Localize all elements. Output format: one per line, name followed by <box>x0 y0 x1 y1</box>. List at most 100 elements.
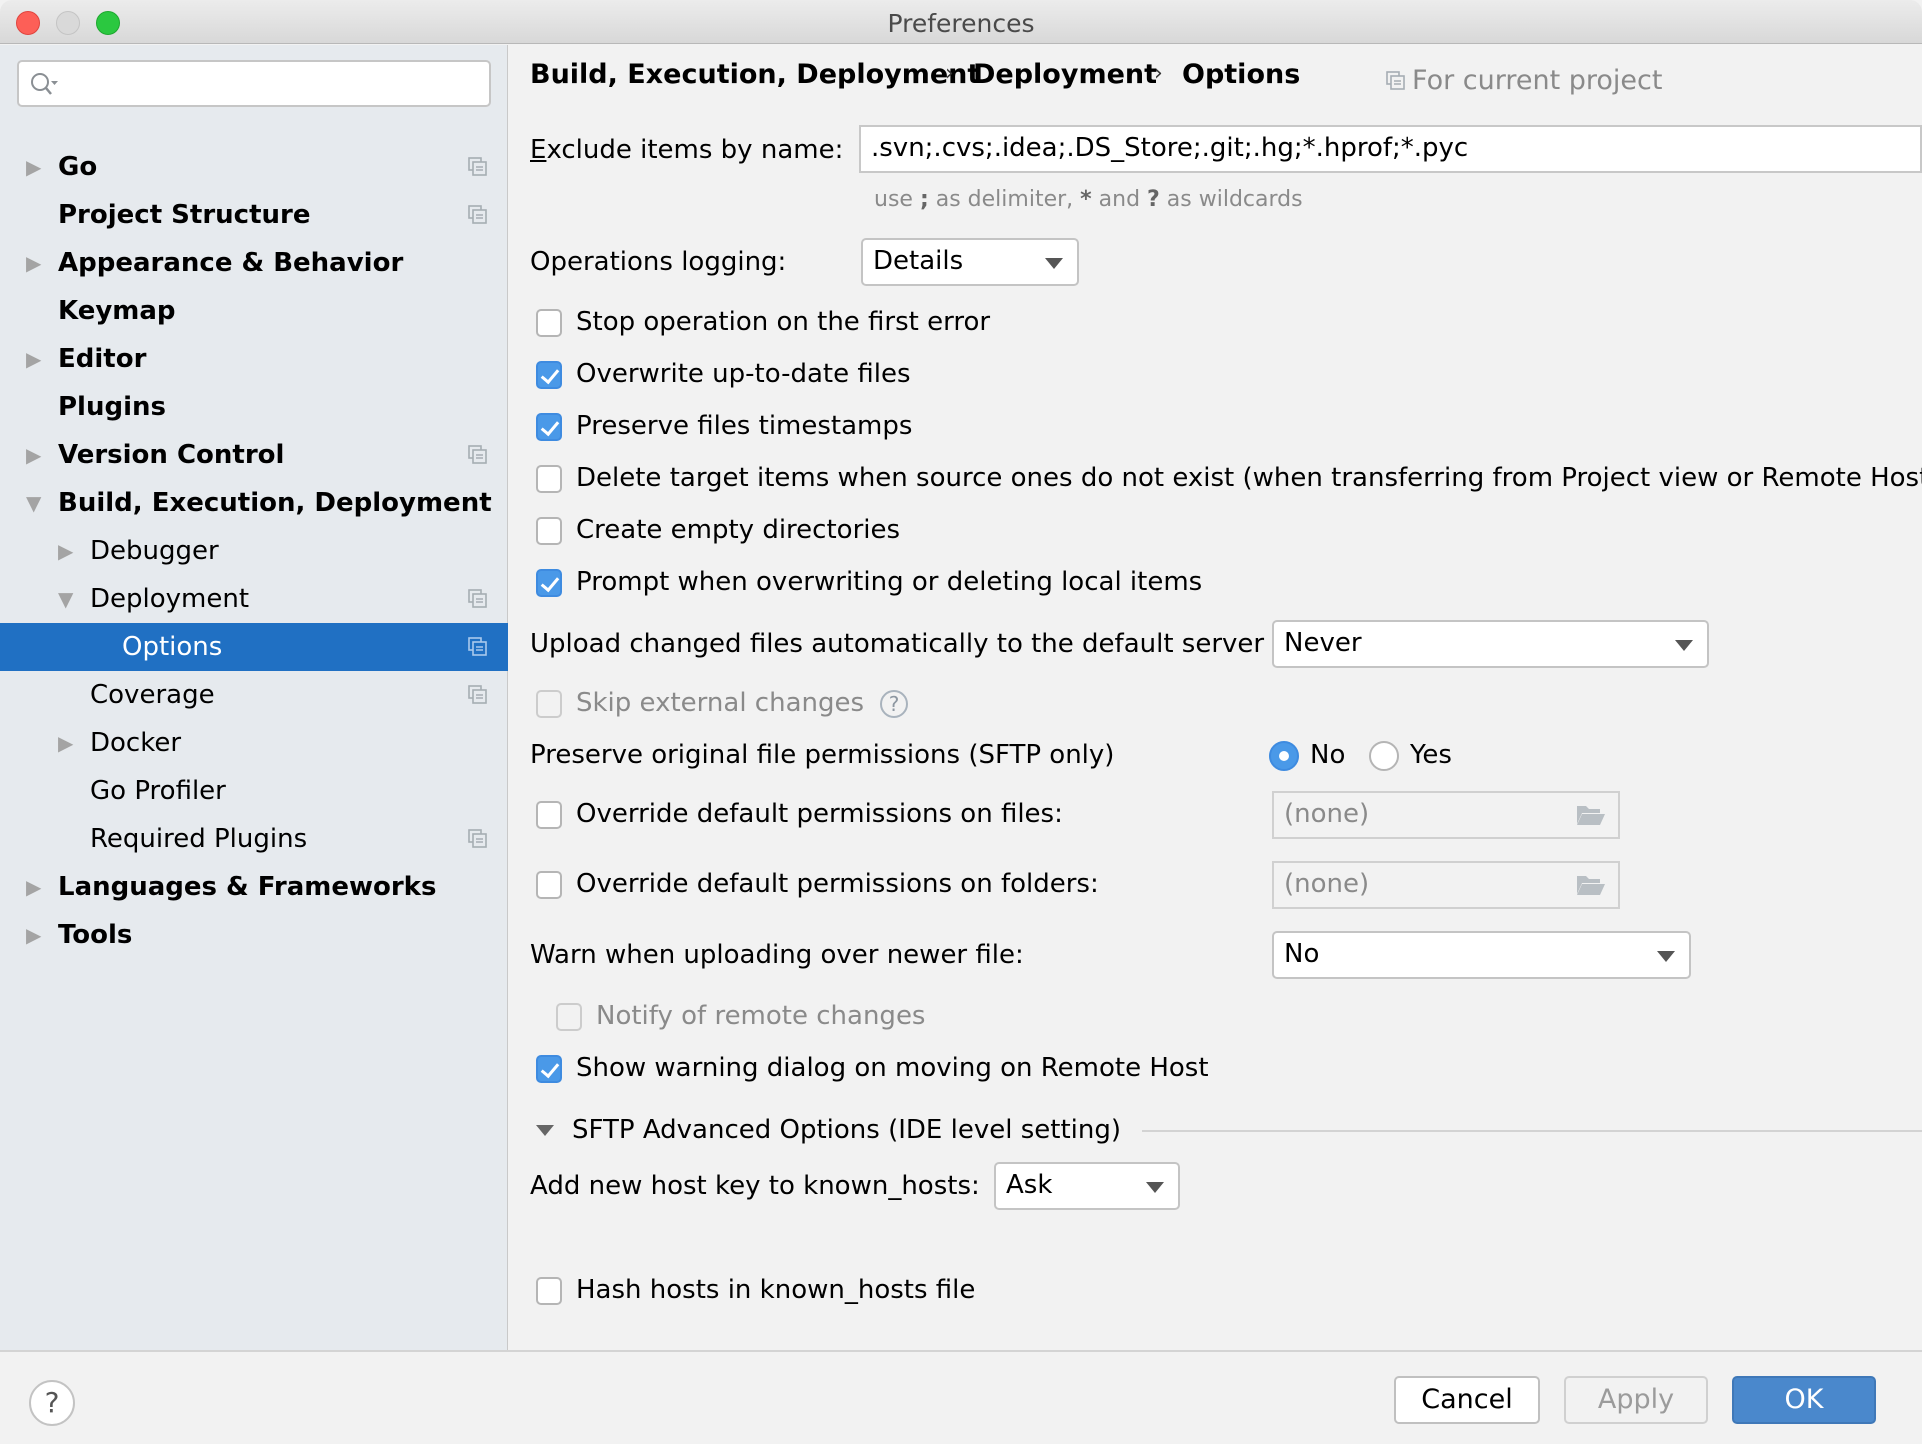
sidebar-item-label: Build, Execution, Deployment <box>58 488 492 518</box>
operations-logging-value: Details <box>873 246 964 276</box>
sidebar-item-debugger[interactable]: ▶ Debugger <box>0 527 508 575</box>
sidebar-item-required-plugins[interactable]: Required Plugins <box>0 815 508 863</box>
project-scope-icon <box>468 445 487 464</box>
option-checkbox[interactable] <box>536 517 562 545</box>
hint-wildcard: ? <box>1147 187 1160 212</box>
apply-button[interactable]: Apply <box>1564 1376 1708 1424</box>
option-checkbox[interactable] <box>536 361 562 389</box>
sidebar-item-label: Plugins <box>58 392 166 422</box>
override-files-permissions-checkbox[interactable] <box>536 801 562 829</box>
sftp-section-title[interactable]: SFTP Advanced Options (IDE level setting… <box>572 1115 1121 1145</box>
dialog-footer: ? Cancel Apply OK <box>0 1350 1922 1444</box>
sidebar-item-label: Debugger <box>90 536 219 566</box>
exclude-items-input[interactable]: .svn;.cvs;.idea;.DS_Store;.git;.hg;*.hpr… <box>859 125 1922 173</box>
warn-newer-file-value: No <box>1284 939 1320 969</box>
breadcrumb-separator: › <box>945 61 954 86</box>
sidebar-item-label: Options <box>122 632 223 662</box>
permissions-no-radio[interactable] <box>1269 741 1299 771</box>
sidebar-item-label: Deployment <box>90 584 250 614</box>
project-scope-icon <box>468 157 487 176</box>
expanded-arrow-icon[interactable]: ▼ <box>58 575 78 623</box>
operations-logging-dropdown[interactable]: Details <box>861 238 1079 286</box>
sidebar-item-appearance-behavior[interactable]: ▶ Appearance & Behavior <box>0 239 508 287</box>
show-warning-dialog-label: Show warning dialog on moving on Remote … <box>576 1053 1209 1083</box>
files-permissions-value: (none) <box>1284 799 1370 829</box>
warn-newer-file-dropdown[interactable]: No <box>1272 931 1691 979</box>
cancel-button[interactable]: Cancel <box>1394 1376 1540 1424</box>
folder-open-icon[interactable] <box>1576 804 1606 826</box>
collapsed-arrow-icon[interactable]: ▶ <box>26 239 46 287</box>
sidebar-item-project-structure[interactable]: Project Structure <box>0 191 508 239</box>
collapse-arrow-icon[interactable] <box>536 1125 554 1136</box>
notify-remote-changes-checkbox[interactable] <box>556 1003 582 1031</box>
upload-automatically-value: Never <box>1284 628 1362 658</box>
hash-hosts-checkbox[interactable] <box>536 1277 562 1305</box>
sidebar-item-go-profiler[interactable]: Go Profiler <box>0 767 508 815</box>
folder-open-icon[interactable] <box>1576 874 1606 896</box>
hash-hosts-label: Hash hosts in known_hosts file <box>576 1275 976 1305</box>
breadcrumb-item-options: Options <box>1182 59 1301 90</box>
option-checkbox[interactable] <box>536 309 562 337</box>
breadcrumb-separator: › <box>1154 61 1163 86</box>
override-folders-permissions-checkbox[interactable] <box>536 871 562 899</box>
option-checkbox-label: Create empty directories <box>576 515 901 545</box>
sidebar-item-label: Appearance & Behavior <box>58 248 404 278</box>
settings-search-input[interactable] <box>17 60 491 107</box>
sidebar-item-keymap[interactable]: Keymap <box>0 287 508 335</box>
sidebar-item-version-control[interactable]: ▶ Version Control <box>0 431 508 479</box>
sidebar-item-plugins[interactable]: Plugins <box>0 383 508 431</box>
sidebar-item-docker[interactable]: ▶ Docker <box>0 719 508 767</box>
host-key-dropdown[interactable]: Ask <box>994 1162 1180 1210</box>
hint-text: as delimiter, <box>928 187 1081 212</box>
sidebar-item-build-execution-deployment[interactable]: ▼ Build, Execution, Deployment <box>0 479 508 527</box>
sidebar-item-go[interactable]: ▶ Go <box>0 143 508 191</box>
chevron-down-icon <box>1657 951 1675 962</box>
override-files-permissions-label: Override default permissions on files: <box>576 799 1063 829</box>
option-checkbox[interactable] <box>536 413 562 441</box>
collapsed-arrow-icon[interactable]: ▶ <box>26 911 46 959</box>
ok-button[interactable]: OK <box>1732 1376 1876 1424</box>
sidebar-item-options[interactable]: Options <box>0 623 508 671</box>
collapsed-arrow-icon[interactable]: ▶ <box>58 527 78 575</box>
folders-permissions-field[interactable]: (none) <box>1272 861 1620 909</box>
breadcrumb-item-deployment[interactable]: Deployment <box>973 59 1157 90</box>
collapsed-arrow-icon[interactable]: ▶ <box>26 143 46 191</box>
sidebar-item-deployment[interactable]: ▼ Deployment <box>0 575 508 623</box>
breadcrumb-item-build[interactable]: Build, Execution, Deployment <box>530 59 980 90</box>
chevron-down-icon <box>1146 1182 1164 1193</box>
exclude-mnemonic: E <box>530 135 547 165</box>
sidebar-item-tools[interactable]: ▶ Tools <box>0 911 508 959</box>
sidebar-item-languages-frameworks[interactable]: ▶ Languages & Frameworks <box>0 863 508 911</box>
sidebar-item-editor[interactable]: ▶ Editor <box>0 335 508 383</box>
notify-remote-changes-label: Notify of remote changes <box>596 1001 926 1031</box>
sidebar-item-label: Coverage <box>90 680 215 710</box>
collapsed-arrow-icon[interactable]: ▶ <box>26 431 46 479</box>
permissions-yes-radio[interactable] <box>1369 741 1399 771</box>
files-permissions-field[interactable]: (none) <box>1272 791 1620 839</box>
sidebar-item-label: Version Control <box>58 440 285 470</box>
upload-automatically-dropdown[interactable]: Never <box>1272 620 1709 668</box>
expanded-arrow-icon[interactable]: ▼ <box>26 479 46 527</box>
options-panel: Build, Execution, Deployment › Deploymen… <box>509 45 1922 1350</box>
skip-external-changes-checkbox[interactable] <box>536 690 562 718</box>
help-button[interactable]: ? <box>29 1380 75 1426</box>
option-checkbox[interactable] <box>536 465 562 493</box>
exclude-label-rest: xclude items by name: <box>546 135 844 165</box>
sidebar-item-label: Go <box>58 152 98 182</box>
collapsed-arrow-icon[interactable]: ▶ <box>26 863 46 911</box>
option-checkbox[interactable] <box>536 569 562 597</box>
host-key-value: Ask <box>1006 1170 1053 1200</box>
option-checkbox-label: Delete target items when source ones do … <box>576 463 1922 493</box>
collapsed-arrow-icon[interactable]: ▶ <box>58 719 78 767</box>
sidebar-item-coverage[interactable]: Coverage <box>0 671 508 719</box>
sidebar-item-label: Project Structure <box>58 200 311 230</box>
option-checkbox-label: Preserve files timestamps <box>576 411 913 441</box>
permissions-yes-label: Yes <box>1410 740 1452 770</box>
settings-sidebar: ▶ Go Project Structure ▶ Appearance & Behavi… <box>0 45 508 1350</box>
collapsed-arrow-icon[interactable]: ▶ <box>26 335 46 383</box>
project-scope-icon <box>1386 71 1405 90</box>
show-warning-dialog-checkbox[interactable] <box>536 1055 562 1083</box>
sidebar-item-label: Tools <box>58 920 133 950</box>
sidebar-item-label: Required Plugins <box>90 824 308 854</box>
help-icon[interactable]: ? <box>880 690 908 718</box>
